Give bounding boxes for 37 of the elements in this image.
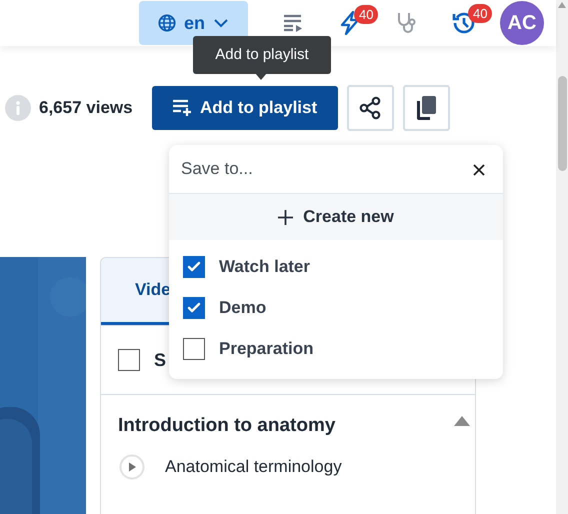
add-to-playlist-button[interactable]: Add to playlist	[152, 86, 338, 130]
view-count: 6,657 views	[39, 97, 133, 120]
globe-icon	[158, 14, 176, 32]
playlist-name[interactable]: Demo	[219, 294, 266, 320]
notification-badge: 40	[354, 5, 378, 24]
check-icon	[188, 261, 200, 271]
section-title: Introduction to anatomy	[118, 415, 336, 438]
checkbox[interactable]	[183, 338, 205, 360]
playlist-add-icon	[172, 99, 192, 117]
select-label: S	[154, 348, 166, 372]
scrollbar-thumb[interactable]	[558, 76, 566, 171]
lesson-title[interactable]: Anatomical terminology	[165, 454, 342, 480]
avatar[interactable]: AC	[500, 1, 544, 45]
stethoscope-icon[interactable]	[396, 11, 418, 35]
check-icon	[188, 302, 200, 312]
tooltip-arrow	[255, 73, 267, 80]
checkbox[interactable]	[118, 349, 140, 371]
playlist-name[interactable]: Watch later	[219, 254, 310, 280]
checkbox[interactable]	[183, 296, 205, 318]
notification-badge: 40	[468, 4, 492, 23]
chevron-down-icon	[213, 18, 229, 28]
copy-icon	[414, 95, 438, 121]
share-icon	[358, 96, 382, 120]
playlist-name[interactable]: Preparation	[219, 336, 314, 362]
create-new-button[interactable]: Create new	[169, 194, 503, 240]
popup-title: Save to...	[181, 158, 253, 180]
language-button[interactable]: en	[139, 1, 248, 45]
checkbox[interactable]	[183, 256, 205, 278]
close-icon	[473, 164, 485, 176]
copy-button[interactable]	[402, 85, 450, 131]
lightning-icon[interactable]	[338, 11, 360, 35]
playlist-icon[interactable]	[282, 14, 302, 32]
collapse-icon[interactable]	[453, 415, 471, 427]
plus-icon	[278, 210, 294, 224]
share-button[interactable]	[346, 85, 394, 131]
play-icon[interactable]	[119, 454, 145, 480]
tooltip: Add to playlist	[193, 36, 331, 74]
